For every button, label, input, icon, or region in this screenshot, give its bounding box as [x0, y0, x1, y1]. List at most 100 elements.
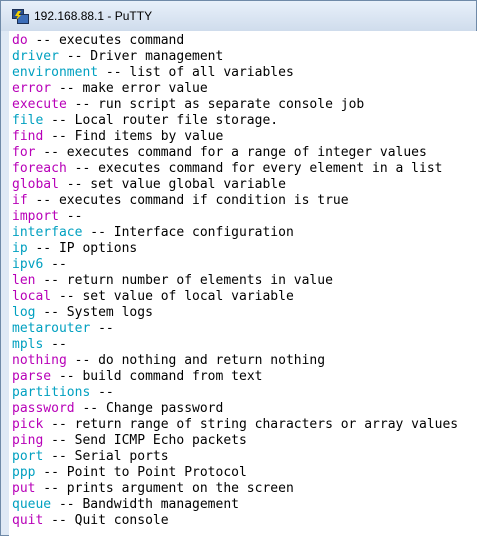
command-name: len	[12, 273, 36, 288]
command-description: Quit console	[74, 513, 169, 528]
command-description: Bandwidth management	[82, 497, 239, 512]
command-name: parse	[12, 369, 52, 384]
command-description: Local router file storage.	[74, 113, 279, 128]
command-name: do	[12, 33, 28, 48]
putty-icon[interactable]	[12, 8, 29, 24]
separator: --	[58, 177, 91, 192]
separator: --	[90, 321, 122, 336]
command-name: global	[12, 177, 59, 192]
command-name: mpls	[12, 337, 44, 352]
command-description: executes command for every element in a …	[98, 161, 443, 176]
command-description: return range of string characters or arr…	[74, 417, 459, 432]
command-name: port	[12, 449, 44, 464]
command-name: import	[12, 209, 59, 224]
separator: --	[74, 401, 106, 416]
terminal-line: log -- System logs	[12, 305, 477, 321]
separator: --	[43, 113, 75, 128]
command-description: set value global variable	[90, 177, 286, 192]
command-description: do nothing and return nothing	[98, 353, 326, 368]
separator: --	[27, 33, 59, 48]
putty-window: 192.168.88.1 - PuTTY do -- executes comm…	[0, 0, 477, 537]
command-description: Driver management	[90, 49, 224, 64]
terminal-line: parse -- build command from text	[12, 369, 477, 385]
separator: --	[43, 129, 75, 144]
separator: --	[66, 97, 99, 112]
command-name: ipv6	[12, 257, 44, 272]
command-name: interface	[12, 225, 83, 240]
command-name: pick	[12, 417, 44, 432]
terminal-line: len -- return number of elements in valu…	[12, 273, 477, 289]
command-name: find	[12, 129, 44, 144]
terminal-line: file -- Local router file storage.	[12, 113, 477, 129]
command-name: nothing	[12, 353, 67, 368]
terminal-line: if -- executes command if condition is t…	[12, 193, 477, 209]
terminal-line: metarouter --	[12, 321, 477, 337]
command-name: driver	[12, 49, 59, 64]
terminal-line: foreach -- executes command for every el…	[12, 161, 477, 177]
terminal-line: for -- executes command for a range of i…	[12, 145, 477, 161]
separator: --	[51, 81, 83, 96]
separator: --	[35, 145, 67, 160]
command-name: put	[12, 481, 36, 496]
command-name: environment	[12, 65, 99, 80]
separator: --	[43, 337, 75, 352]
separator: --	[66, 353, 99, 368]
command-description: return number of elements in value	[66, 273, 333, 288]
command-description: IP options	[58, 241, 138, 256]
separator: --	[58, 209, 91, 224]
command-description: executes command if condition is true	[58, 193, 349, 208]
title-bar[interactable]: 192.168.88.1 - PuTTY	[1, 1, 476, 31]
terminal-line: pick -- return range of string character…	[12, 417, 477, 433]
terminal-line: error -- make error value	[12, 81, 477, 97]
command-description: prints argument on the screen	[66, 481, 294, 496]
command-name: password	[12, 401, 75, 416]
terminal-line: ipv6 --	[12, 257, 477, 273]
separator: --	[51, 497, 83, 512]
command-description: Point to Point Protocol	[66, 465, 247, 480]
separator: --	[43, 257, 75, 272]
terminal-line: port -- Serial ports	[12, 449, 477, 465]
command-name: quit	[12, 513, 44, 528]
command-name: execute	[12, 97, 67, 112]
command-name: ip	[12, 241, 28, 256]
window-title: 192.168.88.1 - PuTTY	[34, 9, 153, 23]
command-description: Serial ports	[74, 449, 169, 464]
separator: --	[27, 241, 59, 256]
command-description: Find items by value	[74, 129, 224, 144]
terminal-line: do -- executes command	[12, 33, 477, 49]
command-name: local	[12, 289, 52, 304]
terminal-line: global -- set value global variable	[12, 177, 477, 193]
terminal-line: partitions --	[12, 385, 477, 401]
terminal-line: queue -- Bandwidth management	[12, 497, 477, 513]
terminal-output[interactable]: do -- executes command driver -- Driver m…	[9, 31, 477, 537]
terminal-line: interface -- Interface configuration	[12, 225, 477, 241]
separator: --	[43, 417, 75, 432]
separator: --	[82, 225, 114, 240]
separator: --	[43, 449, 75, 464]
separator: --	[66, 161, 99, 176]
command-name: for	[12, 145, 36, 160]
command-description: executes command	[58, 33, 185, 48]
command-name: metarouter	[12, 321, 91, 336]
terminal-line: ip -- IP options	[12, 241, 477, 257]
terminal-line: import --	[12, 209, 477, 225]
separator: --	[98, 65, 130, 80]
command-description: Change password	[105, 401, 224, 416]
command-name: foreach	[12, 161, 67, 176]
terminal-line: local -- set value of local variable	[12, 289, 477, 305]
command-name: file	[12, 113, 44, 128]
terminal-line: find -- Find items by value	[12, 129, 477, 145]
separator: --	[43, 433, 75, 448]
terminal-line: execute -- run script as separate consol…	[12, 97, 477, 113]
command-description: list of all variables	[129, 65, 294, 80]
terminal-line: mpls --	[12, 337, 477, 353]
command-name: partitions	[12, 385, 91, 400]
command-name: if	[12, 193, 28, 208]
separator: --	[58, 49, 91, 64]
command-description: make error value	[82, 81, 208, 96]
command-name: ping	[12, 433, 44, 448]
terminal-line: nothing -- do nothing and return nothing	[12, 353, 477, 369]
separator: --	[35, 273, 67, 288]
separator: --	[35, 305, 67, 320]
terminal-line: ping -- Send ICMP Echo packets	[12, 433, 477, 449]
